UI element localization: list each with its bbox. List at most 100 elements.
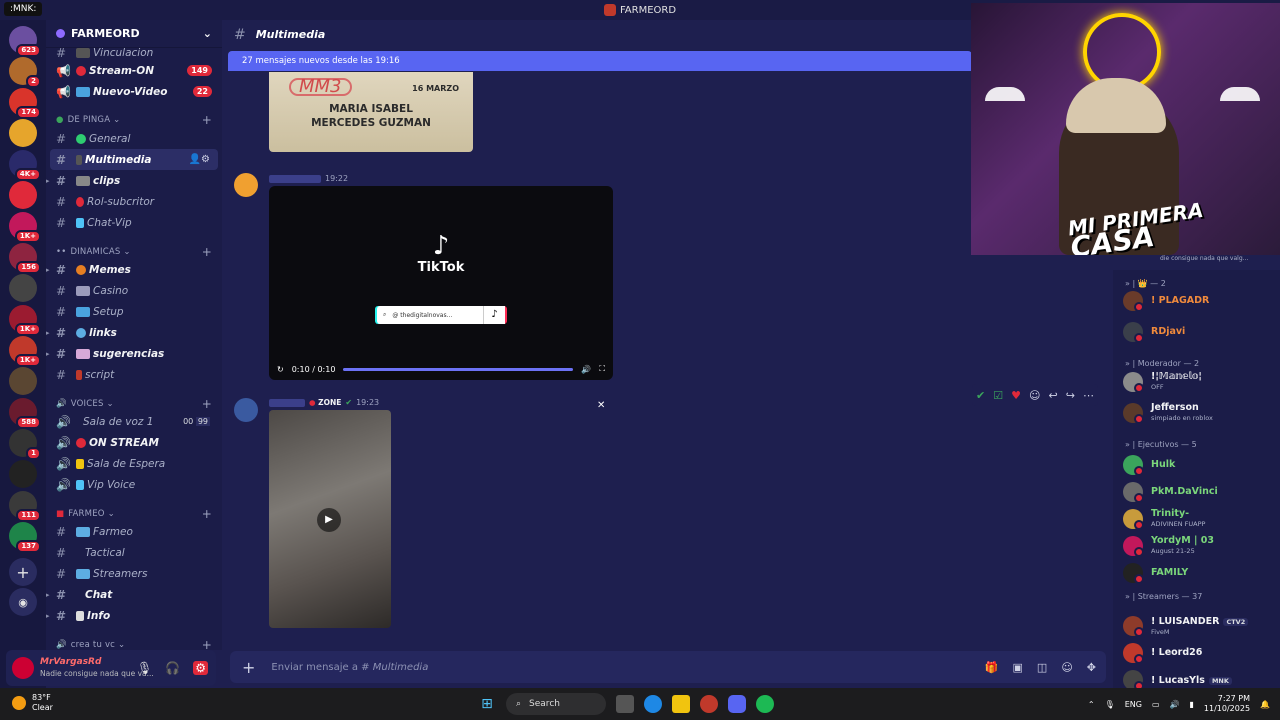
member-item[interactable]: ! LUISANDER CTV2 FiveM [1123,614,1273,638]
task-view-icon[interactable] [616,695,634,713]
channel-settings-icon[interactable]: 👤⚙ [189,154,210,165]
channel-streamers[interactable]: # Streamers [46,563,222,584]
avatar[interactable] [12,657,34,679]
member-item[interactable]: ! PLAGADR [1123,289,1273,313]
member-item[interactable]: Jefferson simpiado en roblox [1123,401,1273,425]
server-icon[interactable] [9,460,37,488]
author-name[interactable] [269,398,305,407]
server-icon[interactable]: 4K+ [9,150,41,181]
add-channel-icon[interactable]: + [202,245,212,259]
add-channel-icon[interactable]: + [202,397,212,411]
chrome-icon[interactable] [700,695,718,713]
apps-icon[interactable]: ✥ [1087,661,1096,674]
reply-icon[interactable]: ↩ [1049,389,1058,402]
category-voices[interactable]: 🔊 VOICES ⌄ + [46,396,222,412]
server-icon[interactable]: 1K+ [9,336,41,367]
network-icon[interactable]: ▭ [1152,700,1160,709]
voice-on-stream[interactable]: 🔊 ON STREAM [46,432,222,453]
edge-icon[interactable] [644,695,662,713]
discord-icon[interactable] [728,695,746,713]
chevron-up-icon[interactable]: ⌃ [1088,700,1095,709]
spotify-icon[interactable] [756,695,774,713]
channel-multimedia[interactable]: # Multimedia 👤⚙ [50,149,218,170]
channel-rol-subcritor[interactable]: # Rol-subcritor [46,191,222,212]
server-icon[interactable] [9,274,37,302]
channel-memes[interactable]: ▸ # Memes [46,259,222,280]
channel-chat[interactable]: ▸ # Chat [46,584,222,605]
play-icon[interactable]: ▶ [317,508,341,532]
gear-icon[interactable]: ⚙ [193,661,208,675]
member-item[interactable]: FAMILY [1123,561,1273,585]
weather-widget[interactable]: 83°F Clear [12,693,53,713]
channel-script[interactable]: # script [46,364,222,385]
check-box-icon[interactable]: ☑ [993,389,1003,402]
channel-chat-vip[interactable]: # Chat-Vip [46,212,222,233]
language-indicator[interactable]: ENG [1125,700,1142,709]
avatar[interactable] [234,398,258,422]
headphones-icon[interactable]: 🎧 [165,661,180,675]
channel-casino[interactable]: # Casino [46,280,222,301]
add-channel-icon[interactable]: + [202,638,212,650]
add-reaction-icon[interactable]: ☺ [1029,389,1040,402]
gif-icon[interactable]: ▣ [1013,661,1023,674]
gift-icon[interactable]: 🎁 [985,661,999,674]
server-icon[interactable]: 1K+ [9,212,41,243]
voice-vip-voice[interactable]: 🔊 Vip Voice [46,474,222,495]
category-de-pinga[interactable]: ● DE PINGA ⌄ + [46,112,222,128]
server-icon[interactable] [9,367,37,395]
video-thumbnail[interactable]: ▶ [269,410,391,628]
discover-icon[interactable]: ◉ [9,588,37,616]
channel-setup[interactable]: # Setup [46,301,222,322]
taskbar-search[interactable]: ⌕ Search [506,693,606,715]
avatar[interactable] [234,173,258,197]
server-icon[interactable]: 2 [9,57,41,88]
add-channel-icon[interactable]: + [202,507,212,521]
file-explorer-icon[interactable] [672,695,690,713]
member-item[interactable]: RDjavi [1123,320,1273,344]
channel-sugerencias[interactable]: ▸ # sugerencias [46,343,222,364]
channel-links[interactable]: ▸ # links [46,322,222,343]
fullscreen-icon[interactable]: ⛶ [599,364,605,374]
channel-clips[interactable]: ▸ # clips [46,170,222,191]
add-server-icon[interactable]: + [9,558,37,586]
member-item[interactable]: ! Leord26 [1123,641,1273,665]
check-icon[interactable]: ✔ [976,389,985,402]
server-icon[interactable] [9,181,37,209]
category-crea-tu-vc[interactable]: 🔊 crea tu vc ⌄ + [46,637,222,650]
chevron-down-icon[interactable]: ⌄ [203,27,212,40]
server-icon[interactable]: 1 [9,429,41,460]
channel-info[interactable]: ▸ # Info [46,605,222,626]
sticker-icon[interactable]: ◫ [1037,661,1047,674]
category-farmeo[interactable]: ■ FARMEO ⌄ + [46,506,222,522]
member-item[interactable]: YordyM | 03 August 21-25 [1123,534,1273,558]
server-icon[interactable]: 588 [9,398,41,429]
channel-nuevo-video[interactable]: 📢 Nuevo-Video 22 [46,81,222,102]
channel-general[interactable]: # General [46,128,222,149]
clock[interactable]: 7:27 PM 11/10/2025 [1204,694,1250,714]
voice-sala-de-espera[interactable]: 🔊 Sala de Espera [46,453,222,474]
author-name[interactable] [269,174,321,183]
server-icon[interactable]: 174 [9,88,41,119]
new-messages-bar[interactable]: 27 mensajes nuevos desde las 19:16 [228,51,972,71]
image-attachment[interactable]: MM3 16 MARZO MARIA ISABEL MERCEDES GUZMA… [269,72,473,152]
emoji-icon[interactable]: ☺ [1061,661,1072,674]
volume-icon[interactable]: 🔊 [1170,700,1180,709]
notification-icon[interactable]: 🔔 [1260,700,1270,709]
volume-icon[interactable]: 🔊 [581,365,591,374]
add-channel-icon[interactable]: + [202,113,212,127]
battery-icon[interactable]: ▮ [1190,700,1194,709]
heart-icon[interactable]: ♥ [1011,389,1021,402]
forward-icon[interactable]: ↪ [1066,389,1075,402]
server-icon[interactable]: 137 [9,522,41,553]
member-item[interactable]: ! LucasYls MNK [1123,668,1273,688]
server-icon[interactable]: 1K+ [9,305,41,336]
channel-farmeo[interactable]: # Farmeo [46,521,222,542]
video-player[interactable]: ♪ TikTok ⌕ @ thedigitalnovas... ♪ ↻ 0:10… [269,186,613,380]
member-item[interactable]: !¦𝕄𝕒𝕟𝕖𝕝𝕠¦ OFF [1123,370,1273,394]
replay-icon[interactable]: ↻ [277,365,284,374]
message-composer[interactable]: + Enviar mensaje a # Multimedia 🎁 ▣ ◫ ☺ … [230,651,1106,683]
microphone-icon[interactable]: 🎙 [1105,700,1115,709]
video-progress[interactable] [343,367,574,371]
voice-sala-de-voz-1[interactable]: 🔊 Sala de voz 1 00 99 [46,411,222,432]
attach-plus-icon[interactable]: + [242,658,255,677]
